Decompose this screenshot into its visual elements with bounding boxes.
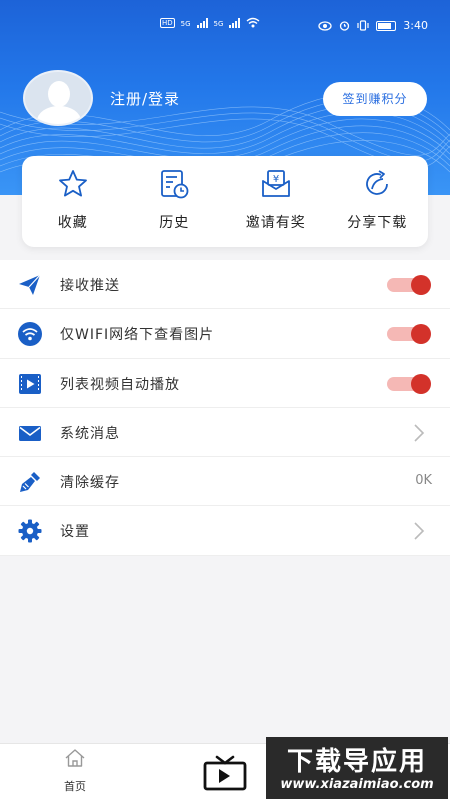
cache-size: 0K [415, 473, 432, 489]
chevron-right-icon [414, 522, 425, 541]
list-item-label: 设置 [60, 524, 90, 541]
tab-home[interactable]: 首页 [55, 748, 95, 794]
share-icon [366, 170, 389, 195]
avatar-head [48, 81, 70, 107]
tab-home-label: 首页 [64, 780, 86, 793]
mail-icon [19, 425, 41, 441]
list-item-push[interactable]: 接收推送 [0, 260, 450, 310]
invite-reward-icon: ¥ [261, 170, 290, 197]
signal-bars-icon-2 [229, 18, 241, 28]
gear-icon [18, 519, 42, 543]
quick-history[interactable]: 历史 [124, 156, 226, 247]
autoplay-toggle[interactable] [385, 373, 432, 394]
tab-video[interactable] [202, 754, 248, 792]
home-icon [65, 749, 85, 767]
hd-badge: HD [160, 18, 175, 28]
network-type-label-2: 5G [213, 20, 224, 28]
watermark-url: www.xiazaimiao.com [280, 777, 434, 792]
list-item-label: 清除缓存 [60, 475, 120, 492]
vibrate-icon [357, 20, 369, 31]
status-signals: HD 5G 5G [160, 17, 260, 28]
network-type-label: 5G [180, 20, 191, 28]
quick-history-label: 历史 [159, 215, 190, 231]
list-item-label: 接收推送 [60, 278, 120, 294]
chevron-right-icon [414, 424, 425, 442]
list-item-clear-cache[interactable]: 清除缓存 0K [0, 457, 450, 507]
status-bar: HD 5G 5G 3:40 [0, 0, 450, 50]
login-link[interactable]: 注册/登录 [110, 88, 180, 109]
list-item-wifi-images[interactable]: 仅WIFI网络下查看图片 [0, 309, 450, 359]
quick-favorites-label: 收藏 [57, 215, 88, 231]
list-item-settings[interactable]: 设置 [0, 506, 450, 556]
watermark-title: 下载导应用 [286, 747, 427, 777]
signal-bars-icon [196, 18, 208, 28]
status-time: 3:40 [403, 19, 428, 32]
video-play-icon [19, 373, 41, 394]
wifi-status-icon [246, 17, 260, 28]
quick-share[interactable]: 分享下载 [327, 156, 429, 247]
battery-icon [376, 20, 397, 31]
settings-list: 接收推送 仅WIFI网络下查看图片 列表视频自动播放 系统消息 清除缓存 0K … [0, 260, 450, 556]
history-icon [161, 170, 189, 199]
quick-invite[interactable]: ¥ 邀请有奖 [225, 156, 327, 247]
eye-icon [318, 20, 332, 31]
quick-share-label: 分享下载 [347, 215, 408, 231]
quick-actions-card: 收藏 历史 ¥ 邀请有奖 分享下载 [22, 156, 428, 247]
quick-favorites[interactable]: 收藏 [22, 156, 124, 247]
broom-icon [20, 472, 40, 493]
status-right: 3:40 [318, 19, 428, 32]
wifi-icon [18, 322, 42, 347]
list-item-messages[interactable]: 系统消息 [0, 408, 450, 458]
svg-text:¥: ¥ [273, 174, 279, 185]
star-icon [58, 170, 87, 197]
list-item-label: 仅WIFI网络下查看图片 [60, 327, 215, 344]
send-icon [19, 274, 41, 295]
list-item-autoplay[interactable]: 列表视频自动播放 [0, 359, 450, 408]
push-toggle[interactable] [385, 275, 432, 295]
checkin-button[interactable]: 签到赚积分 [323, 82, 427, 116]
avatar-body [37, 106, 81, 124]
watermark-logo: 下载导应用 www.xiazaimiao.com [266, 737, 448, 799]
alarm-icon [340, 21, 350, 31]
avatar[interactable] [23, 70, 93, 126]
quick-invite-label: 邀请有奖 [245, 215, 306, 231]
list-item-label: 系统消息 [60, 425, 120, 442]
list-item-label: 列表视频自动播放 [60, 376, 180, 393]
wifi-images-toggle[interactable] [385, 324, 432, 345]
